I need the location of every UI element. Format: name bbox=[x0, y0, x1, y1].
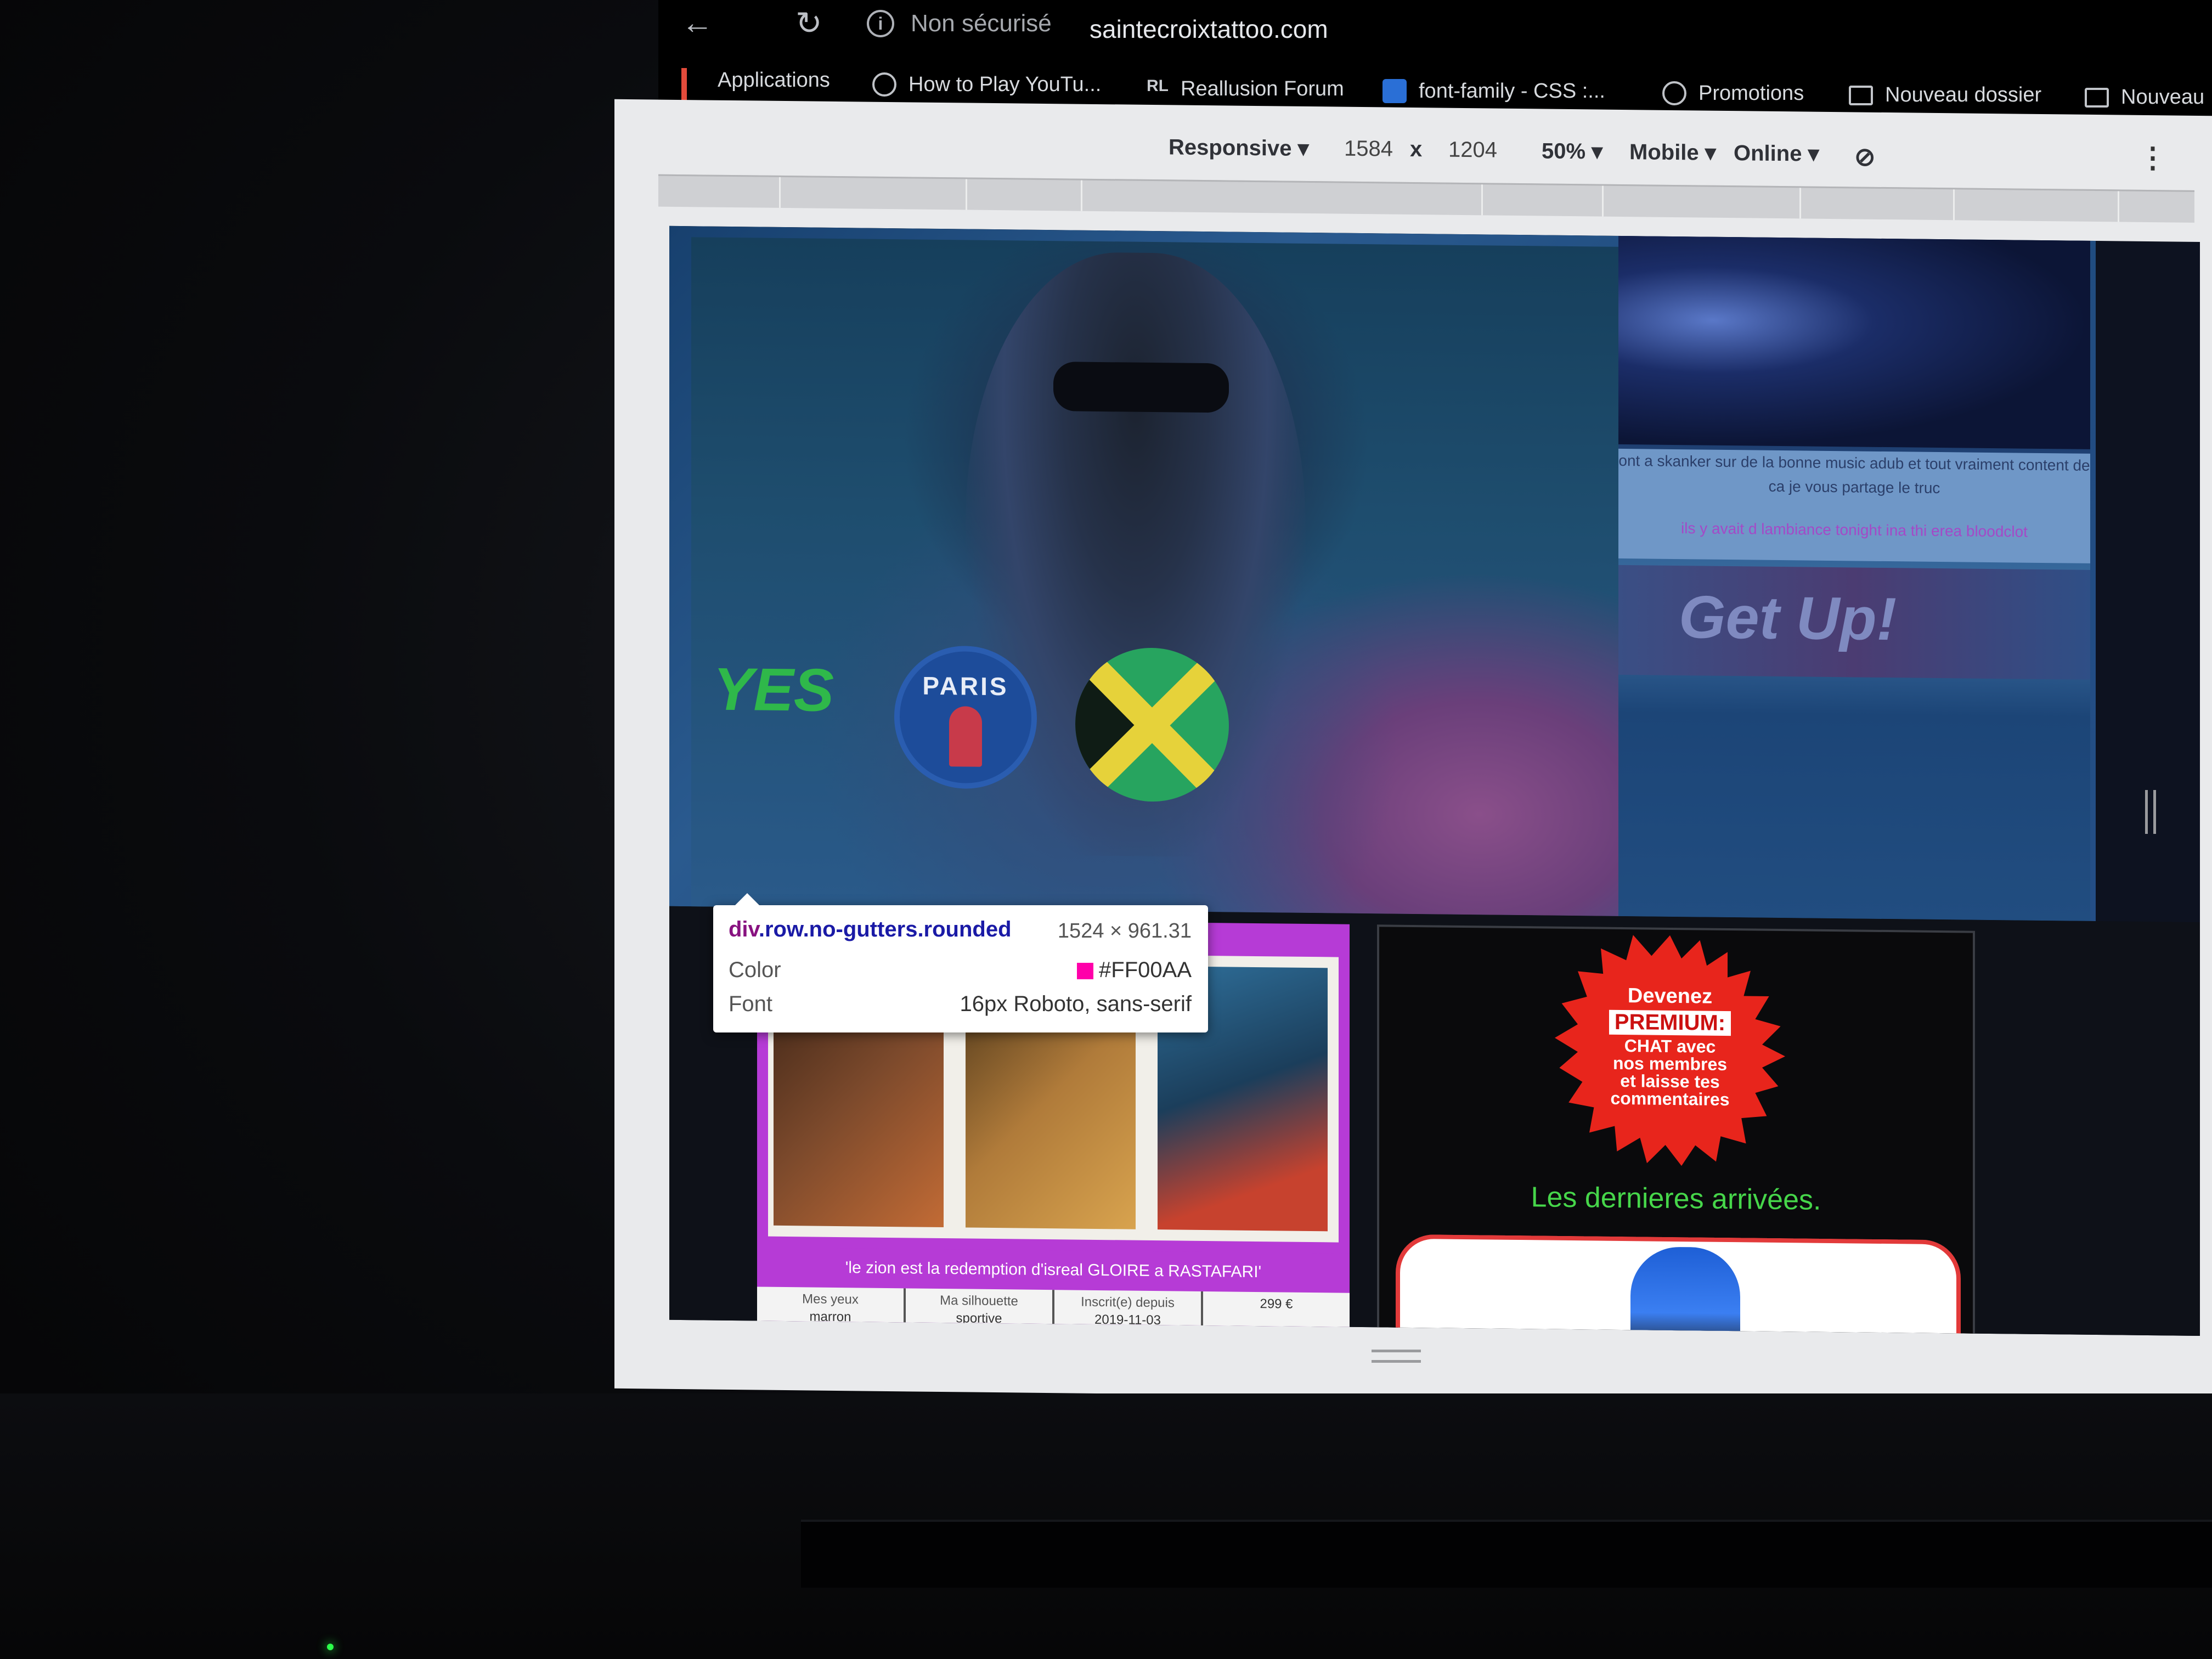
folder-icon bbox=[1849, 85, 1873, 105]
device-class-dropdown[interactable]: Mobile ▾ bbox=[1629, 139, 1716, 166]
address-bar-url[interactable]: saintecroixtattoo.com bbox=[1090, 14, 1328, 44]
selector-tag: div bbox=[729, 917, 759, 941]
folder-icon bbox=[2085, 87, 2109, 108]
device-class-label: Mobile bbox=[1629, 140, 1699, 165]
latest-arrivals-title: Les dernieres arrivées. bbox=[1531, 1181, 1821, 1216]
stat-label: Inscrit(e) depuis bbox=[1081, 1294, 1175, 1311]
stat-value: sportive bbox=[956, 1311, 1002, 1327]
height-input[interactable]: 1204 bbox=[1448, 138, 1497, 163]
rl-logo-icon: RL bbox=[1147, 77, 1169, 95]
laptop-hinge bbox=[801, 1520, 2212, 1588]
stat-silhouette: Ma silhouette sportive bbox=[906, 1288, 1054, 1336]
bookmark-label: Promotions bbox=[1699, 81, 1804, 105]
psg-logo-icon[interactable]: PARIS bbox=[894, 645, 1037, 789]
stat-value: 299 € bbox=[1260, 1296, 1293, 1312]
mdn-icon bbox=[1383, 79, 1407, 103]
tooltip-color-label: Color bbox=[729, 958, 781, 982]
jamaica-flag-icon[interactable] bbox=[1075, 647, 1229, 803]
bookmark-applications[interactable]: Applications bbox=[681, 68, 830, 117]
hero-sidebar: ont a skanker sur de la bonne music adub… bbox=[1618, 235, 2090, 921]
resize-handle-right[interactable] bbox=[2145, 790, 2156, 834]
premium-line: et laisse tes bbox=[1620, 1070, 1720, 1092]
stat-value: 2019-11-03 bbox=[1094, 1312, 1161, 1328]
bookmark-label: Nouveau dossier bbox=[1885, 83, 2042, 106]
bookmark-nouveau-dossier[interactable]: Nouveau dossier bbox=[1849, 83, 2041, 107]
concert-photo[interactable] bbox=[1618, 235, 2090, 449]
profile-quote: 'le zion est la redemption d'isreal GLOI… bbox=[757, 1247, 1350, 1293]
zoom-dropdown[interactable]: 50% ▾ bbox=[1542, 138, 1602, 164]
caption-text: ont a skanker sur de la bonne music adub… bbox=[1618, 452, 2090, 497]
bookmark-promotions[interactable]: Promotions bbox=[1662, 81, 1804, 105]
sunglasses bbox=[1053, 362, 1229, 413]
bookmark-label: font-family - CSS :... bbox=[1419, 79, 1605, 103]
info-icon[interactable]: i bbox=[867, 10, 894, 37]
inspect-tooltip: div.row.no-gutters.rounded 1524 × 961.31… bbox=[713, 893, 1208, 1032]
apps-grid-icon bbox=[681, 68, 706, 117]
premium-column: Devenez PREMIUM: CHAT avec nos membres e… bbox=[1377, 924, 1975, 1336]
color-swatch bbox=[1077, 963, 1094, 979]
bookmark-how-to-play[interactable]: How to Play YouTu... bbox=[872, 72, 1101, 97]
tooltip-size: 1524 × 961.31 bbox=[1057, 919, 1192, 943]
rotate-icon[interactable]: ⊘ bbox=[1854, 142, 1876, 171]
responsive-dropdown[interactable]: Responsive ▾ bbox=[1169, 134, 1309, 161]
device-emulation-frame: Responsive ▾ 1584 x 1204 50% ▾ Mobile ▾ … bbox=[614, 99, 2212, 1406]
premium-starburst-button[interactable]: Devenez PREMIUM: CHAT avec nos membres e… bbox=[1555, 934, 1785, 1167]
tooltip-selector: div.row.no-gutters.rounded bbox=[729, 917, 1012, 942]
stat-label: Ma silhouette bbox=[940, 1293, 1018, 1309]
stat-label: Mes yeux bbox=[802, 1291, 859, 1307]
premium-text: Devenez PREMIUM: CHAT avec nos membres e… bbox=[1555, 984, 1785, 1109]
zoom-label: 50% bbox=[1542, 139, 1586, 164]
arrival-card[interactable] bbox=[1396, 1234, 1961, 1336]
width-input[interactable]: 1584 bbox=[1344, 137, 1393, 162]
profile-stats: Mes yeux marron Ma silhouette sportive Ins… bbox=[757, 1286, 1350, 1336]
yes-badge[interactable]: YES bbox=[713, 654, 834, 725]
selector-classes: .row.no-gutters.rounded bbox=[758, 917, 1012, 941]
avatar bbox=[1630, 1246, 1740, 1336]
premium-line: commentaires bbox=[1610, 1088, 1730, 1110]
tooltip-font-label: Font bbox=[729, 992, 773, 1016]
reload-icon[interactable]: ↻ bbox=[795, 4, 822, 42]
network-label: Online bbox=[1734, 141, 1802, 166]
premium-line: nos membres bbox=[1612, 1053, 1728, 1074]
eiffel-tower-icon bbox=[949, 706, 982, 767]
page-viewport: YES PARIS ont a skanker sur de la bonne … bbox=[669, 225, 2200, 1336]
stat-value: marron bbox=[809, 1309, 851, 1325]
bookmark-nouveau[interactable]: Nouveau bbox=[2085, 86, 2204, 109]
network-dropdown[interactable]: Online ▾ bbox=[1734, 140, 1819, 167]
banner-title: Get Up! bbox=[1679, 583, 1897, 653]
tooltip-color-value: #FF00AA bbox=[1077, 958, 1192, 983]
power-led bbox=[327, 1644, 334, 1650]
color-hex: #FF00AA bbox=[1099, 958, 1192, 982]
premium-line: CHAT avec bbox=[1624, 1036, 1716, 1057]
caption-subtext: ils y avait d lambiance tonight ina thi … bbox=[1681, 520, 2028, 540]
bookmark-label: How to Play YouTu... bbox=[909, 72, 1102, 96]
hero-section: YES PARIS ont a skanker sur de la bonne … bbox=[669, 225, 2096, 922]
get-up-banner[interactable]: Get Up! bbox=[1618, 565, 2090, 680]
tooltip-font-value: 16px Roboto, sans-serif bbox=[960, 992, 1192, 1016]
bookmark-font-family[interactable]: font-family - CSS :... bbox=[1383, 79, 1605, 103]
mode-label: Responsive bbox=[1169, 135, 1292, 161]
psg-text: PARIS bbox=[922, 671, 1009, 701]
bookmark-label: Applications bbox=[718, 68, 830, 92]
back-arrow-icon[interactable]: ← bbox=[681, 4, 713, 41]
bookmark-reallusion[interactable]: RL Reallusion Forum bbox=[1147, 77, 1344, 101]
more-options-icon[interactable]: ⋮ bbox=[2138, 142, 2167, 175]
bookmark-label: Nouveau bbox=[2121, 86, 2205, 109]
stat-registered: Inscrit(e) depuis 2019-11-03 bbox=[1054, 1290, 1203, 1336]
times-sign: x bbox=[1410, 137, 1423, 162]
stat-label bbox=[1203, 1295, 1350, 1296]
hero-photo: YES PARIS bbox=[691, 237, 1618, 916]
stat-price: 299 € bbox=[1203, 1291, 1350, 1336]
post-caption: ont a skanker sur de la bonne music adub… bbox=[1618, 448, 2090, 563]
resize-handle-bottom[interactable] bbox=[1372, 1350, 1421, 1363]
premium-line: PREMIUM: bbox=[1609, 1010, 1731, 1036]
bookmark-label: Reallusion Forum bbox=[1181, 77, 1344, 100]
globe-icon bbox=[1662, 81, 1686, 105]
security-status[interactable]: Non sécurisé bbox=[911, 10, 1052, 37]
stat-eyes: Mes yeux marron bbox=[757, 1286, 906, 1336]
premium-line: Devenez bbox=[1627, 984, 1713, 1008]
globe-icon bbox=[872, 72, 896, 97]
